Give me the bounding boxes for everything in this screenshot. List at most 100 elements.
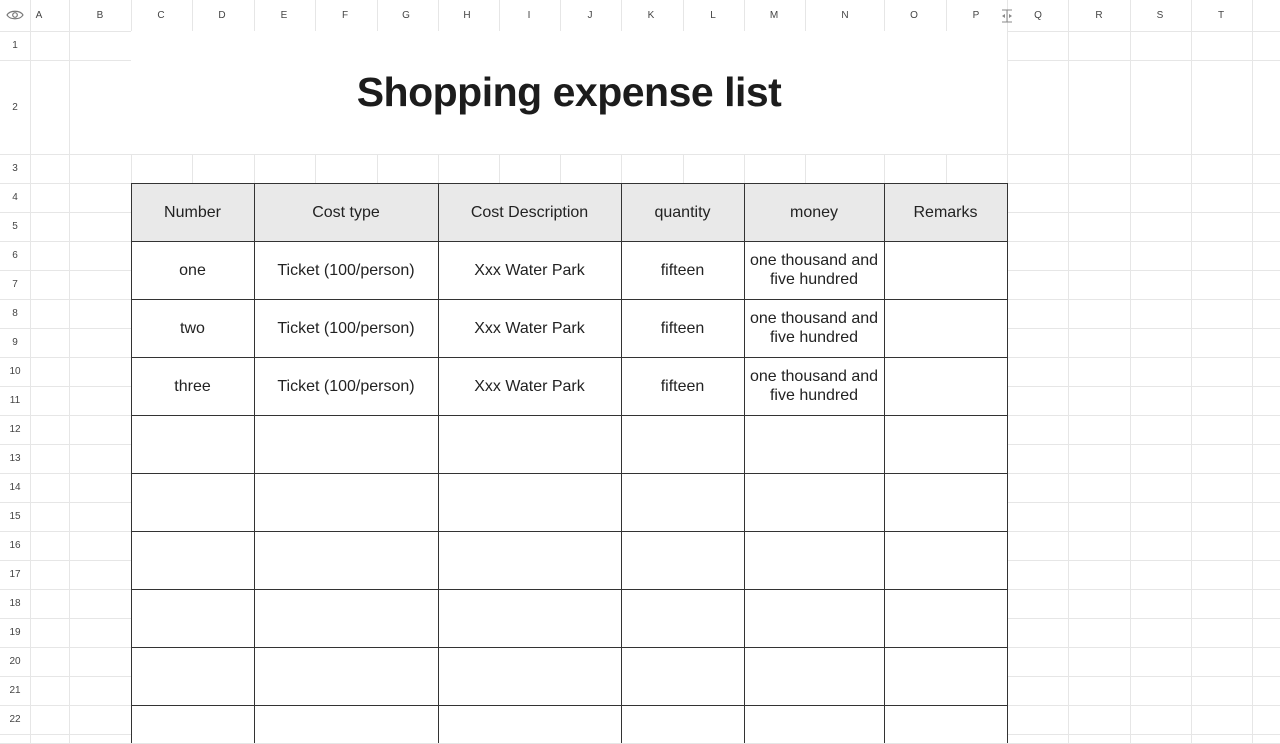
column-header-i[interactable]: I [514,0,544,30]
header-cell-remarks[interactable]: Remarks [884,183,1007,241]
row-header-3[interactable]: 3 [0,154,30,183]
cell-quantity[interactable]: fifteen [621,357,744,415]
row-header-6[interactable]: 6 [0,241,30,270]
cell-remarks[interactable] [884,415,1007,473]
column-header-g[interactable]: G [391,0,421,30]
cell-number[interactable] [131,531,254,589]
cell-remarks[interactable] [884,299,1007,357]
cell-quantity[interactable]: fifteen [621,241,744,299]
row-header-14[interactable]: 14 [0,473,30,502]
cell-cost-description[interactable] [438,531,621,589]
cell-cost-type[interactable] [254,647,438,705]
cell-number[interactable] [131,589,254,647]
cell-money[interactable] [744,705,884,743]
cell-quantity[interactable] [621,531,744,589]
cell-remarks[interactable] [884,241,1007,299]
cell-cost-description[interactable] [438,415,621,473]
cell-quantity[interactable] [621,705,744,743]
cell-cost-type[interactable]: Ticket (100/person) [254,299,438,357]
title-merged-cell[interactable]: Shopping expense list [131,31,1007,154]
cell-cost-description[interactable]: Xxx Water Park [438,241,621,299]
cell-money[interactable] [744,647,884,705]
eye-icon[interactable] [6,8,24,22]
row-header-15[interactable]: 15 [0,502,30,531]
cell-cost-description[interactable] [438,705,621,743]
column-header-s[interactable]: S [1145,0,1175,30]
row-header-2[interactable]: 2 [0,60,30,154]
cell-quantity[interactable] [621,415,744,473]
cell-cost-type[interactable] [254,705,438,743]
column-header-b[interactable]: B [85,0,115,30]
column-header-e[interactable]: E [269,0,299,30]
column-header-q[interactable]: Q [1023,0,1053,30]
cell-number[interactable] [131,705,254,743]
cell-quantity[interactable]: fifteen [621,299,744,357]
cell-cost-description[interactable] [438,473,621,531]
column-header-h[interactable]: H [452,0,482,30]
row-header-21[interactable]: 21 [0,676,30,705]
row-header-18[interactable]: 18 [0,589,30,618]
cell-number[interactable] [131,415,254,473]
cell-remarks[interactable] [884,705,1007,743]
column-header-d[interactable]: D [207,0,237,30]
column-header-t[interactable]: T [1206,0,1236,30]
row-header-11[interactable]: 11 [0,386,30,415]
column-header-p[interactable]: P [961,0,991,30]
cell-money[interactable] [744,531,884,589]
column-header-n[interactable]: N [830,0,860,30]
column-header-r[interactable]: R [1084,0,1114,30]
cell-money[interactable] [744,415,884,473]
cell-number[interactable]: two [131,299,254,357]
cell-number[interactable] [131,647,254,705]
column-header-m[interactable]: M [759,0,789,30]
cell-cost-type[interactable]: Ticket (100/person) [254,357,438,415]
row-header-4[interactable]: 4 [0,183,30,212]
cell-cost-type[interactable] [254,531,438,589]
cell-cost-type[interactable]: Ticket (100/person) [254,241,438,299]
cell-cost-type[interactable] [254,473,438,531]
column-header-c[interactable]: C [146,0,176,30]
cell-remarks[interactable] [884,531,1007,589]
row-header-8[interactable]: 8 [0,299,30,328]
cell-remarks[interactable] [884,473,1007,531]
row-header-16[interactable]: 16 [0,531,30,560]
header-cell-cost-description[interactable]: Cost Description [438,183,621,241]
row-header-20[interactable]: 20 [0,647,30,676]
column-header-l[interactable]: L [698,0,728,30]
row-header-9[interactable]: 9 [0,328,30,357]
column-header-a[interactable]: A [24,0,54,30]
cell-remarks[interactable] [884,589,1007,647]
cell-cost-type[interactable] [254,415,438,473]
cell-remarks[interactable] [884,357,1007,415]
row-header-13[interactable]: 13 [0,444,30,473]
row-header-12[interactable]: 12 [0,415,30,444]
header-cell-number[interactable]: Number [131,183,254,241]
cell-money[interactable] [744,473,884,531]
cell-cost-description[interactable]: Xxx Water Park [438,299,621,357]
cell-number[interactable] [131,473,254,531]
cell-money[interactable]: one thousand and five hundred [744,241,884,299]
cell-number[interactable]: one [131,241,254,299]
cell-quantity[interactable] [621,473,744,531]
cell-quantity[interactable] [621,589,744,647]
header-cell-cost-type[interactable]: Cost type [254,183,438,241]
freeze-column-icon[interactable] [1000,9,1014,23]
cell-cost-type[interactable] [254,589,438,647]
column-header-f[interactable]: F [330,0,360,30]
row-header-10[interactable]: 10 [0,357,30,386]
row-header-22[interactable]: 22 [0,705,30,734]
row-header-1[interactable]: 1 [0,31,30,60]
row-header-7[interactable]: 7 [0,270,30,299]
cell-number[interactable]: three [131,357,254,415]
cell-cost-description[interactable]: Xxx Water Park [438,357,621,415]
cell-cost-description[interactable] [438,589,621,647]
cell-money[interactable]: one thousand and five hundred [744,299,884,357]
cell-cost-description[interactable] [438,647,621,705]
column-header-k[interactable]: K [636,0,666,30]
column-header-j[interactable]: J [575,0,605,30]
header-cell-money[interactable]: money [744,183,884,241]
row-header-19[interactable]: 19 [0,618,30,647]
row-header-17[interactable]: 17 [0,560,30,589]
cell-money[interactable]: one thousand and five hundred [744,357,884,415]
row-header-5[interactable]: 5 [0,212,30,241]
